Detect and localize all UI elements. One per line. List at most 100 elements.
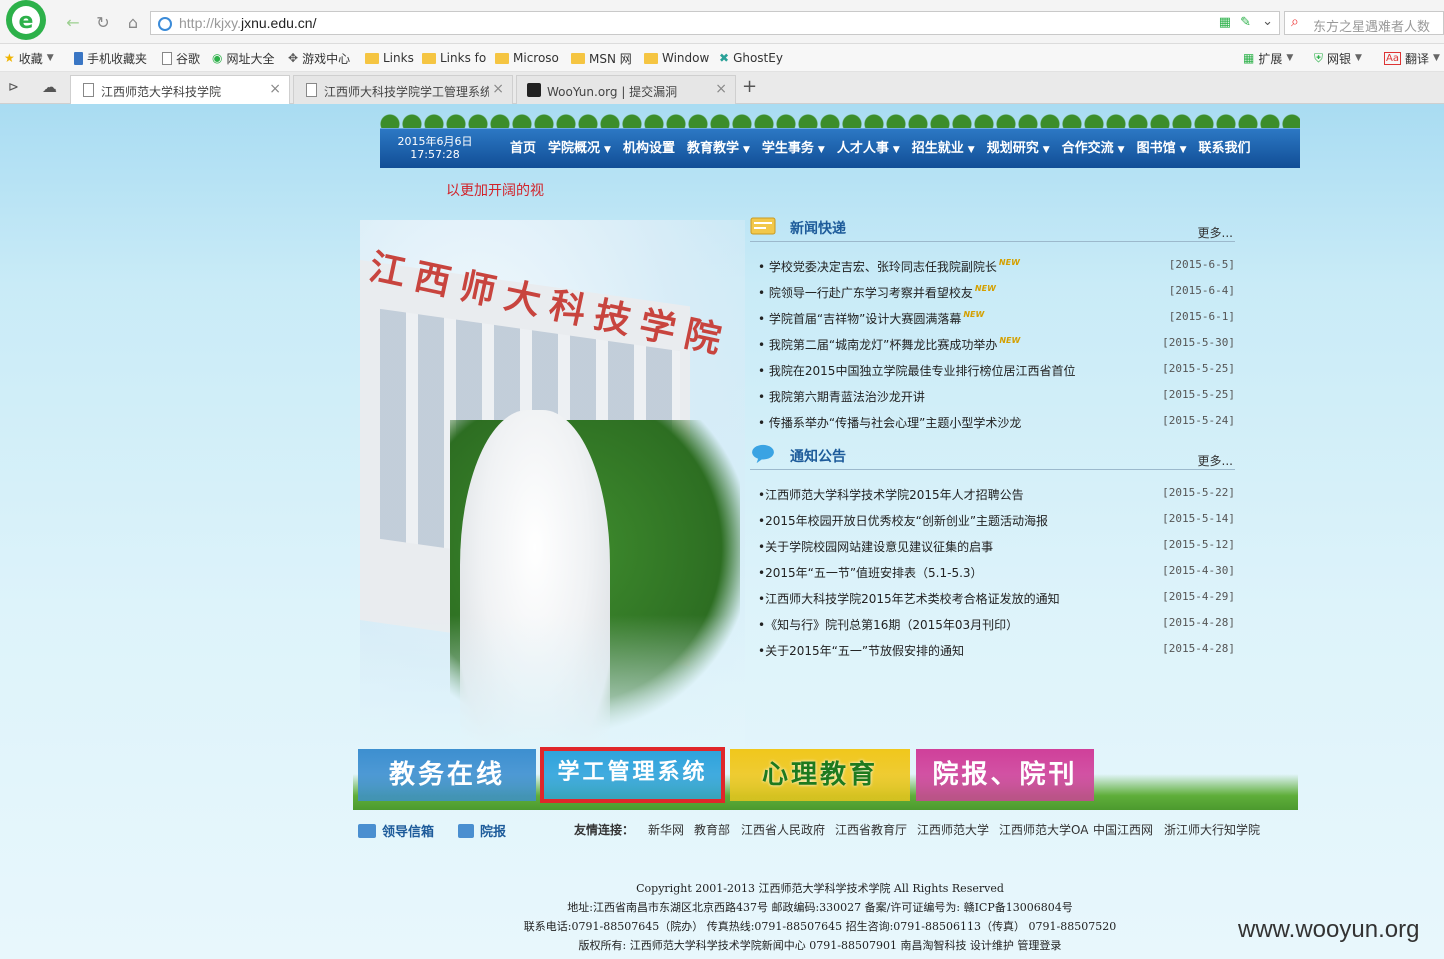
list-item[interactable]: •江西师大科技学院2015年艺术类校考合格证发放的通知 [2015-4-29]	[758, 584, 1235, 610]
list-item[interactable]: • 学校党委决定吉宏、张玲同志任我院副院长 NEW [2015-6-5]	[758, 252, 1235, 278]
close-icon[interactable]: ×	[269, 81, 281, 97]
fav-links[interactable]: Links	[365, 49, 414, 67]
fav-microsoft[interactable]: Microso	[495, 49, 559, 67]
browser-logo-icon[interactable]: e	[2, 0, 48, 44]
extensions-button[interactable]: ▦ 扩展 ▼	[1243, 49, 1293, 67]
leader-mail-link[interactable]: 领导信箱	[358, 821, 434, 840]
notice-item-title[interactable]: 江西师大科技学院2015年艺术类校考合格证发放的通知	[765, 592, 1060, 606]
notice-item-title[interactable]: 2015年校园开放日优秀校友“创新创业”主题活动海报	[765, 514, 1048, 528]
chevron-down-icon[interactable]: ⌄	[1262, 14, 1273, 29]
list-item[interactable]: •2015年校园开放日优秀校友“创新创业”主题活动海报 [2015-5-14]	[758, 506, 1235, 532]
bank-button[interactable]: ⛨ 网银 ▼	[1314, 49, 1362, 67]
nav-organization[interactable]: 机构设置	[617, 129, 681, 169]
nav-about[interactable]: 学院概况 ▼	[542, 129, 617, 169]
tab-wooyun[interactable]: WooYun.org | 提交漏洞 ×	[516, 75, 736, 104]
nav-home[interactable]: 首页	[504, 129, 542, 169]
banner-xinli[interactable]: 心理教育	[730, 749, 910, 801]
news-item-title[interactable]: 学校党委决定吉宏、张玲同志任我院副院长	[769, 260, 997, 274]
nav-student-affairs[interactable]: 学生事务 ▼	[756, 129, 831, 169]
list-item[interactable]: • 我院第六期青蓝法治沙龙开讲 [2015-5-25]	[758, 382, 1235, 408]
cloud-icon[interactable]: ☁	[42, 78, 57, 96]
fav-windows[interactable]: Window	[644, 49, 709, 67]
fav-games[interactable]: ✥ 游戏中心	[288, 49, 350, 67]
list-item[interactable]: •江西师范大学科学技术学院2015年人才招聘公告 [2015-5-22]	[758, 480, 1235, 506]
nav-label: 首页	[510, 141, 537, 156]
qr-code-icon[interactable]: ▦	[1219, 15, 1231, 30]
news-item-title[interactable]: 我院第二届“城南龙灯”杯舞龙比赛成功举办	[769, 338, 997, 352]
notice-item-title[interactable]: 《知与行》院刊总第16期（2015年03月刊印）	[765, 618, 1018, 632]
list-item[interactable]: • 学院首届“吉祥物”设计大赛圆满落幕 NEW [2015-6-1]	[758, 304, 1235, 330]
close-icon[interactable]: ×	[492, 81, 504, 97]
close-icon[interactable]: ×	[715, 81, 727, 97]
list-item[interactable]: •2015年“五一节”值班安排表（5.1-5.3） [2015-4-30]	[758, 558, 1235, 584]
tool-label: 扩展	[1258, 51, 1283, 66]
friend-link-gov[interactable]: 江西省人民政府	[741, 821, 825, 838]
notice-item-title[interactable]: 关于学院校园网站建设意见建议征集的启事	[765, 540, 993, 554]
fav-sites[interactable]: ◉ 网址大全	[212, 49, 275, 67]
search-input[interactable]: ⌕ 东方之星遇难者人数	[1284, 11, 1444, 35]
notice-header: 通知公告 更多...	[750, 442, 1235, 470]
fav-mobile[interactable]: 手机收藏夹	[74, 49, 147, 67]
news-item-title[interactable]: 我院在2015中国独立学院最佳专业排行榜位居江西省首位	[769, 364, 1076, 378]
tab-xuegong[interactable]: 江西师大科技学院学工管理系统 ×	[293, 75, 513, 104]
list-item[interactable]: • 我院第二届“城南龙灯”杯舞龙比赛成功举办 NEW [2015-5-30]	[758, 330, 1235, 356]
notice-item-title[interactable]: 关于2015年“五一”节放假安排的通知	[765, 644, 964, 658]
tab-kjxy[interactable]: 江西师范大学科技学院 ×	[70, 75, 290, 104]
fav-collect[interactable]: ★ 收藏 ▼	[4, 49, 54, 67]
nav-teaching[interactable]: 教育教学 ▼	[681, 129, 756, 169]
nav-admission[interactable]: 招生就业 ▼	[906, 129, 981, 169]
friend-links-label: 友情连接：	[574, 823, 635, 837]
banner-jiaowu[interactable]: 教务在线	[358, 749, 536, 801]
yuanbao-label: 院报	[480, 825, 507, 840]
friend-link-edu[interactable]: 江西省教育厅	[835, 821, 907, 838]
notice-item-title[interactable]: 2015年“五一节”值班安排表（5.1-5.3）	[765, 566, 982, 580]
new-tab-button[interactable]: +	[742, 76, 757, 97]
banner-xuegong[interactable]: 学工管理系统	[540, 747, 725, 803]
friend-link-jxnu-oa[interactable]: 江西师范大学OA	[999, 821, 1088, 838]
nav-cooperation[interactable]: 合作交流 ▼	[1056, 129, 1131, 169]
fav-msn[interactable]: MSN 网	[571, 49, 632, 67]
refresh-icon[interactable]: ↻	[92, 12, 114, 34]
news-item-title[interactable]: 院领导一行赴广东学习考察并看望校友	[769, 286, 973, 300]
home-icon[interactable]: ⌂	[122, 12, 144, 34]
sidebar-toggle-icon[interactable]: ⊳	[8, 80, 19, 95]
friend-link-jxcn[interactable]: 中国江西网	[1093, 821, 1153, 838]
friend-link-jxnu[interactable]: 江西师范大学	[917, 821, 989, 838]
nav-research[interactable]: 规划研究 ▼	[981, 129, 1056, 169]
list-item[interactable]: • 传播系举办“传播与社会心理”主题小型学术沙龙 [2015-5-24]	[758, 408, 1235, 434]
friend-link-zjnu[interactable]: 浙江师大行知学院	[1164, 821, 1260, 838]
nav-contact[interactable]: 联系我们	[1193, 129, 1257, 169]
back-icon[interactable]: ←	[62, 12, 84, 34]
yuanbao-link[interactable]: 院报	[458, 821, 506, 840]
list-item[interactable]: • 我院在2015中国独立学院最佳专业排行榜位居江西省首位 [2015-5-25]	[758, 356, 1235, 382]
fav-google[interactable]: 谷歌	[162, 49, 200, 67]
address-bar[interactable]: http://kjxy.jxnu.edu.cn/ ▦ ✎ ⌄	[150, 11, 1280, 35]
green-leaf-icon[interactable]: ✎	[1240, 15, 1251, 30]
footer-rights: 版权所有: 江西师范大学科学技术学院新闻中心 0791-88507901 南昌淘…	[578, 939, 1062, 952]
caret-down-icon: ▼	[1042, 145, 1050, 155]
notice-more-link[interactable]: 更多...	[1198, 452, 1233, 469]
notice-item-date: [2015-5-22]	[1162, 486, 1235, 499]
fav-links-for[interactable]: Links fo	[422, 49, 486, 67]
list-item[interactable]: •关于2015年“五一”节放假安排的通知 [2015-4-28]	[758, 636, 1235, 662]
list-item[interactable]: •关于学院校园网站建设意见建议征集的启事 [2015-5-12]	[758, 532, 1235, 558]
new-badge: NEW	[963, 310, 985, 319]
friend-link-xinhua[interactable]: 新华网	[648, 821, 684, 838]
notice-item-title[interactable]: 江西师范大学科学技术学院2015年人才招聘公告	[765, 488, 1024, 502]
banner-label: 院报、院刊	[932, 760, 1078, 790]
list-item[interactable]: •《知与行》院刊总第16期（2015年03月刊印） [2015-4-28]	[758, 610, 1235, 636]
list-item[interactable]: • 院领导一行赴广东学习考察并看望校友 NEW [2015-6-4]	[758, 278, 1235, 304]
banner-yuanbao[interactable]: 院报、院刊	[916, 749, 1094, 801]
fav-label: 收藏	[18, 51, 43, 66]
nav-hr[interactable]: 人才人事 ▼	[831, 129, 906, 169]
news-item-title[interactable]: 学院首届“吉祥物”设计大赛圆满落幕	[769, 312, 961, 326]
translate-button[interactable]: Aa 翻译 ▼	[1384, 49, 1440, 67]
search-icon[interactable]: ⌕	[1291, 14, 1299, 30]
news-item-title[interactable]: 传播系举办“传播与社会心理”主题小型学术沙龙	[769, 416, 1021, 430]
news-more-link[interactable]: 更多...	[1198, 224, 1233, 241]
friend-link-moe[interactable]: 教育部	[694, 821, 730, 838]
news-item-title[interactable]: 我院第六期青蓝法治沙龙开讲	[769, 390, 925, 404]
fav-ghostery[interactable]: ✖ GhostEy	[719, 49, 783, 67]
fav-label: Links	[383, 51, 414, 65]
nav-library[interactable]: 图书馆 ▼	[1131, 129, 1193, 169]
